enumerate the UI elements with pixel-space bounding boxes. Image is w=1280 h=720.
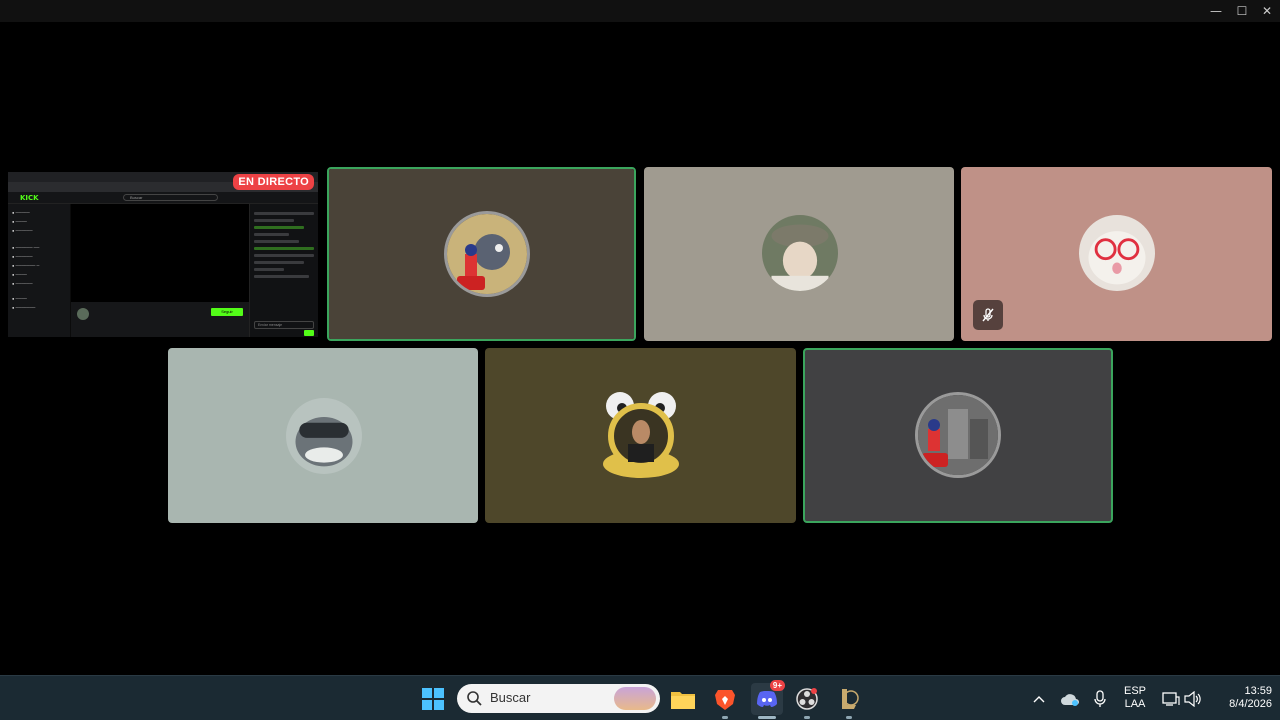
stream-sidebar: ● ───── ● ──── ● ────── ● ────── ── ● ──… [8,204,70,337]
onedrive-icon[interactable] [1056,683,1084,715]
participant-tile-3[interactable] [961,167,1272,341]
taskbar-search-input[interactable]: Buscar [457,684,660,713]
person-hat-avatar-icon [762,215,838,291]
clock-time: 13:59 [1244,685,1272,697]
obs-studio-icon[interactable] [791,683,823,715]
cat-glasses-avatar-icon [1079,215,1155,291]
clock-date: 8/4/2026 [1229,698,1272,710]
clock[interactable]: 13:59 8/4/2026 [1208,685,1272,711]
league-running-indicator [846,716,852,719]
chevron-up-icon[interactable] [1025,683,1053,715]
participant-tile-5[interactable] [485,348,796,523]
discord-icon[interactable]: 9+ [751,680,785,715]
stream-info-bar: Seguir [71,302,249,337]
live-badge: EN DIRECTO [233,174,314,190]
obs-running-indicator [804,716,810,719]
search-icon [467,691,482,706]
language-indicator[interactable]: ESP LAA [1119,685,1151,711]
league-of-legends-icon[interactable] [833,683,865,715]
volume-icon[interactable] [1180,683,1206,715]
frog-frame-avatar-icon [600,390,682,480]
city-avatar-icon [915,392,1001,478]
language-code: ESP [1123,685,1146,697]
windows-start-icon[interactable] [417,683,449,715]
discord-active-indicator [758,716,776,719]
maximize-button[interactable]: ☐ [1229,0,1255,22]
screen-share-tile[interactable]: KICK Buscar ● ───── ● ──── ● ────── ● ──… [8,172,318,337]
stream-chat-input: Enviar mensaje [254,321,314,329]
search-highlight-image [614,687,656,710]
shark-avatar-icon [286,398,362,474]
kick-logo: KICK [20,194,39,202]
keyboard-layout: LAA [1124,698,1146,710]
participant-tile-2[interactable] [644,167,954,341]
follow-button: Seguir [211,308,243,316]
cat-mouse-avatar-icon [444,211,530,297]
windows-taskbar: Buscar 9+ ESP LAA 13:59 8/4/2026 [0,675,1280,720]
participant-tile-6[interactable] [803,348,1113,523]
participant-tile-1[interactable] [327,167,636,341]
file-explorer-icon[interactable] [667,683,699,715]
microphone-icon[interactable] [1086,683,1114,715]
close-button[interactable]: ✕ [1254,0,1280,22]
mic-muted-icon [973,300,1003,330]
brave-browser-icon[interactable] [709,683,741,715]
stream-video-area [71,204,249,302]
streamer-avatar [77,308,89,320]
stream-chat-panel: Enviar mensaje [249,204,318,337]
search-placeholder: Buscar [490,690,531,705]
minimize-button[interactable]: — [1203,0,1229,22]
stream-search-input: Buscar [123,194,218,201]
chat-send-button [304,330,314,336]
window-titlebar: — ☐ ✕ [0,0,1280,22]
participant-tile-4[interactable] [168,348,478,523]
discord-notification-badge: 9+ [769,680,785,691]
brave-running-indicator [722,716,728,719]
